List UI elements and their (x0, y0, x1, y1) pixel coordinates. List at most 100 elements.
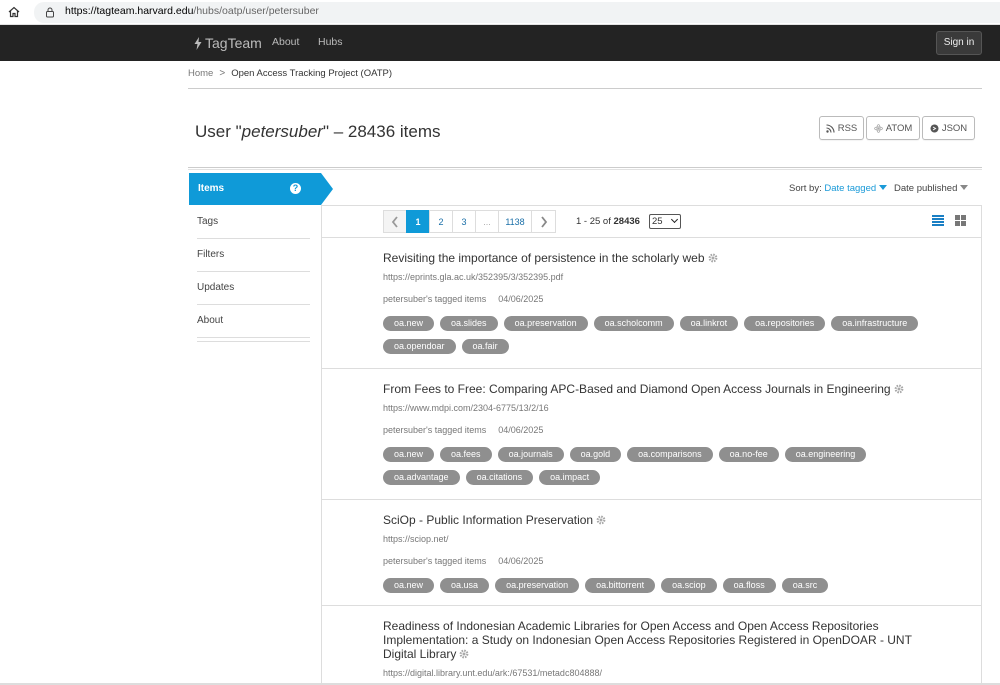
page-1[interactable]: 1 (406, 210, 430, 233)
page-2[interactable]: 2 (429, 210, 453, 233)
per-page-select[interactable]: 25 (649, 214, 681, 229)
tag[interactable]: oa.fair (461, 339, 509, 354)
tag[interactable]: oa.impact (539, 470, 601, 485)
brand-logo[interactable]: TagTeam (194, 35, 262, 51)
range-total: 28436 (613, 216, 640, 227)
item-title-link[interactable]: From Fees to Free: Comparing APC-Based a… (383, 382, 891, 396)
item-meta: petersuber's tagged items 04/06/2025 (383, 294, 943, 304)
item-tagged-by[interactable]: petersuber's tagged items (383, 425, 486, 435)
tag[interactable]: oa.scholcomm (593, 316, 674, 331)
page-title: User "petersuber" – 28436 items (195, 122, 441, 142)
item-date: 04/06/2025 (498, 425, 544, 435)
sidebar-item-updates[interactable]: Updates (197, 272, 310, 305)
per-page-value: 25 (652, 216, 663, 227)
item-url[interactable]: https://www.mdpi.com/2304-6775/13/2/16 (383, 403, 943, 413)
page-3[interactable]: 3 (452, 210, 476, 233)
tag[interactable]: oa.new (383, 316, 435, 331)
item-title-link[interactable]: SciOp - Public Information Preservation (383, 513, 593, 527)
url-field[interactable]: https://tagteam.harvard.edu/hubs/oatp/us… (34, 2, 1000, 23)
sidebar-item-about[interactable]: About (197, 305, 310, 338)
tag[interactable]: oa.preservation (495, 578, 580, 593)
sidebar-item-filters[interactable]: Filters (197, 239, 310, 272)
tag[interactable]: oa.repositories (744, 316, 826, 331)
divider (321, 368, 982, 369)
item-tagged-by[interactable]: petersuber's tagged items (383, 556, 486, 566)
sort-by-value[interactable]: Date tagged (824, 183, 876, 194)
item-date: 04/06/2025 (498, 556, 544, 566)
item-date: 04/06/2025 (498, 294, 544, 304)
gear-icon[interactable] (708, 253, 718, 263)
gear-icon[interactable] (894, 384, 904, 394)
breadcrumb-current[interactable]: Open Access Tracking Project (OATP) (231, 68, 392, 79)
title-prefix: User " (195, 122, 242, 141)
atom-button[interactable]: ATOM (866, 116, 920, 140)
sidebar-item-tags[interactable]: Tags (197, 206, 310, 239)
divider (188, 167, 982, 168)
next-page-button[interactable] (531, 210, 556, 233)
item-title-link[interactable]: Revisiting the importance of persistence… (383, 251, 705, 265)
tag[interactable]: oa.new (383, 447, 435, 462)
tag[interactable]: oa.floss (722, 578, 776, 593)
prev-page-button[interactable] (383, 210, 407, 233)
tag[interactable]: oa.sciop (661, 578, 717, 593)
sign-in-button[interactable]: Sign in (936, 31, 982, 55)
tag[interactable]: oa.infrastructure (831, 316, 919, 331)
lock-icon[interactable] (44, 6, 56, 18)
tag[interactable]: oa.linkrot (679, 316, 739, 331)
tag[interactable]: oa.preservation (503, 316, 588, 331)
divider (321, 205, 982, 206)
home-icon[interactable] (8, 6, 20, 18)
tag[interactable]: oa.no-fee (718, 447, 779, 462)
breadcrumb-home[interactable]: Home (188, 68, 213, 79)
tag[interactable]: oa.engineering (784, 447, 867, 462)
divider (197, 341, 310, 342)
rss-icon (826, 123, 835, 133)
tag[interactable]: oa.comparisons (627, 447, 713, 462)
sidebar-item-items[interactable]: Items ? (189, 173, 321, 205)
title-username: petersuber (241, 122, 323, 141)
item-url[interactable]: https://digital.library.unt.edu/ark:/675… (383, 668, 928, 678)
url-text: https://tagteam.harvard.edu/hubs/oatp/us… (65, 5, 319, 17)
atom-label: ATOM (885, 122, 913, 134)
help-icon[interactable]: ? (290, 183, 301, 194)
tag[interactable]: oa.slides (440, 316, 498, 331)
item-meta: petersuber's tagged items 04/06/2025 (383, 556, 943, 566)
json-button[interactable]: JSON (922, 116, 975, 140)
tag[interactable]: oa.new (383, 578, 435, 593)
atom-icon (873, 123, 883, 133)
tag[interactable]: oa.journals (497, 447, 564, 462)
nav-about[interactable]: About (272, 36, 299, 48)
item-url[interactable]: https://eprints.gla.ac.uk/352395/3/35239… (383, 272, 943, 282)
date-published-dropdown[interactable]: Date published (894, 183, 969, 194)
sort-by-dropdown[interactable]: Sort by: Date tagged (789, 183, 888, 194)
grid-view-icon[interactable] (955, 215, 966, 226)
rss-button[interactable]: RSS (819, 116, 864, 140)
gear-icon[interactable] (459, 649, 469, 659)
list-view-icon[interactable] (932, 215, 944, 226)
chevron-down-icon (670, 215, 679, 224)
content-border (981, 205, 982, 685)
url-path: /hubs/oatp/user/petersuber (193, 5, 319, 17)
tag[interactable]: oa.fees (440, 447, 492, 462)
tag[interactable]: oa.src (781, 578, 829, 593)
item-url[interactable]: https://sciop.net/ (383, 534, 943, 544)
gear-icon[interactable] (596, 515, 606, 525)
item-title: Revisiting the importance of persistence… (383, 251, 943, 265)
item-title: From Fees to Free: Comparing APC-Based a… (383, 382, 943, 396)
tag[interactable]: oa.gold (569, 447, 622, 462)
nav-hubs[interactable]: Hubs (318, 36, 343, 48)
item-tagged-by[interactable]: petersuber's tagged items (383, 294, 486, 304)
url-host: https://tagteam.harvard.edu (65, 5, 194, 17)
sort-by-label: Sort by: (789, 183, 822, 194)
page-last[interactable]: 1138 (498, 210, 532, 233)
tag[interactable]: oa.citations (465, 470, 534, 485)
tag[interactable]: oa.usa (440, 578, 490, 593)
tag[interactable]: oa.opendoar (383, 339, 456, 354)
tag[interactable]: oa.bittorrent (585, 578, 656, 593)
divider (188, 88, 982, 89)
divider (188, 169, 982, 170)
item-meta: petersuber's tagged items 04/06/2025 (383, 425, 943, 435)
tag[interactable]: oa.advantage (383, 470, 460, 485)
tag-list: oa.new oa.usa oa.preservation oa.bittorr… (383, 578, 943, 593)
rss-label: RSS (837, 122, 858, 134)
